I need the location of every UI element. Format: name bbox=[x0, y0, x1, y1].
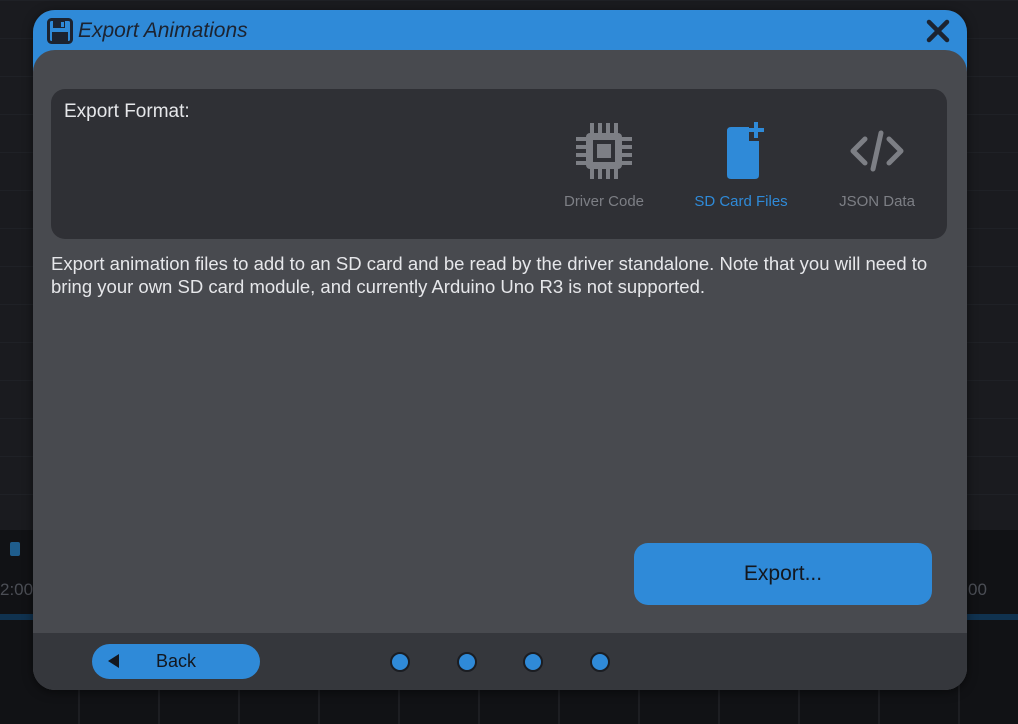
timeline-time-left: 2:00 bbox=[0, 580, 34, 599]
export-dialog: Export Animations Export Format: Driver … bbox=[33, 10, 967, 690]
back-arrow-icon bbox=[108, 654, 119, 668]
floppy-disk-icon bbox=[47, 18, 73, 44]
code-icon bbox=[850, 130, 904, 172]
back-button[interactable]: Back bbox=[92, 644, 260, 679]
dialog-body: Export Format: Driver Code SD Card Files… bbox=[33, 50, 967, 690]
timeline-time-right: 00 bbox=[968, 580, 987, 599]
back-button-label: Back bbox=[156, 651, 197, 671]
format-option-label: Driver Code bbox=[563, 193, 645, 210]
export-description: Export animation files to add to an SD c… bbox=[51, 253, 928, 297]
format-option-json-data[interactable]: JSON Data bbox=[812, 119, 942, 219]
chip-icon bbox=[576, 123, 632, 179]
page-dot-3[interactable] bbox=[523, 652, 543, 672]
export-format-label: Export Format: bbox=[64, 101, 190, 122]
export-format-panel: Export Format: Driver Code SD Card Files… bbox=[51, 89, 947, 239]
timeline-marker-icon bbox=[10, 542, 20, 556]
format-option-label: SD Card Files bbox=[694, 193, 788, 210]
close-icon[interactable] bbox=[925, 18, 951, 44]
page-dot-4[interactable] bbox=[590, 652, 610, 672]
page-dot-2[interactable] bbox=[457, 652, 477, 672]
format-option-label: JSON Data bbox=[839, 193, 915, 210]
file-add-icon bbox=[727, 122, 764, 179]
page-dot-1[interactable] bbox=[390, 652, 410, 672]
format-option-sd-card-files[interactable]: SD Card Files bbox=[676, 119, 806, 219]
format-option-driver-code[interactable]: Driver Code bbox=[539, 119, 669, 219]
dialog-title: Export Animations bbox=[78, 19, 248, 42]
dialog-footer: Back bbox=[33, 633, 967, 690]
export-button[interactable]: Export... bbox=[634, 543, 932, 605]
